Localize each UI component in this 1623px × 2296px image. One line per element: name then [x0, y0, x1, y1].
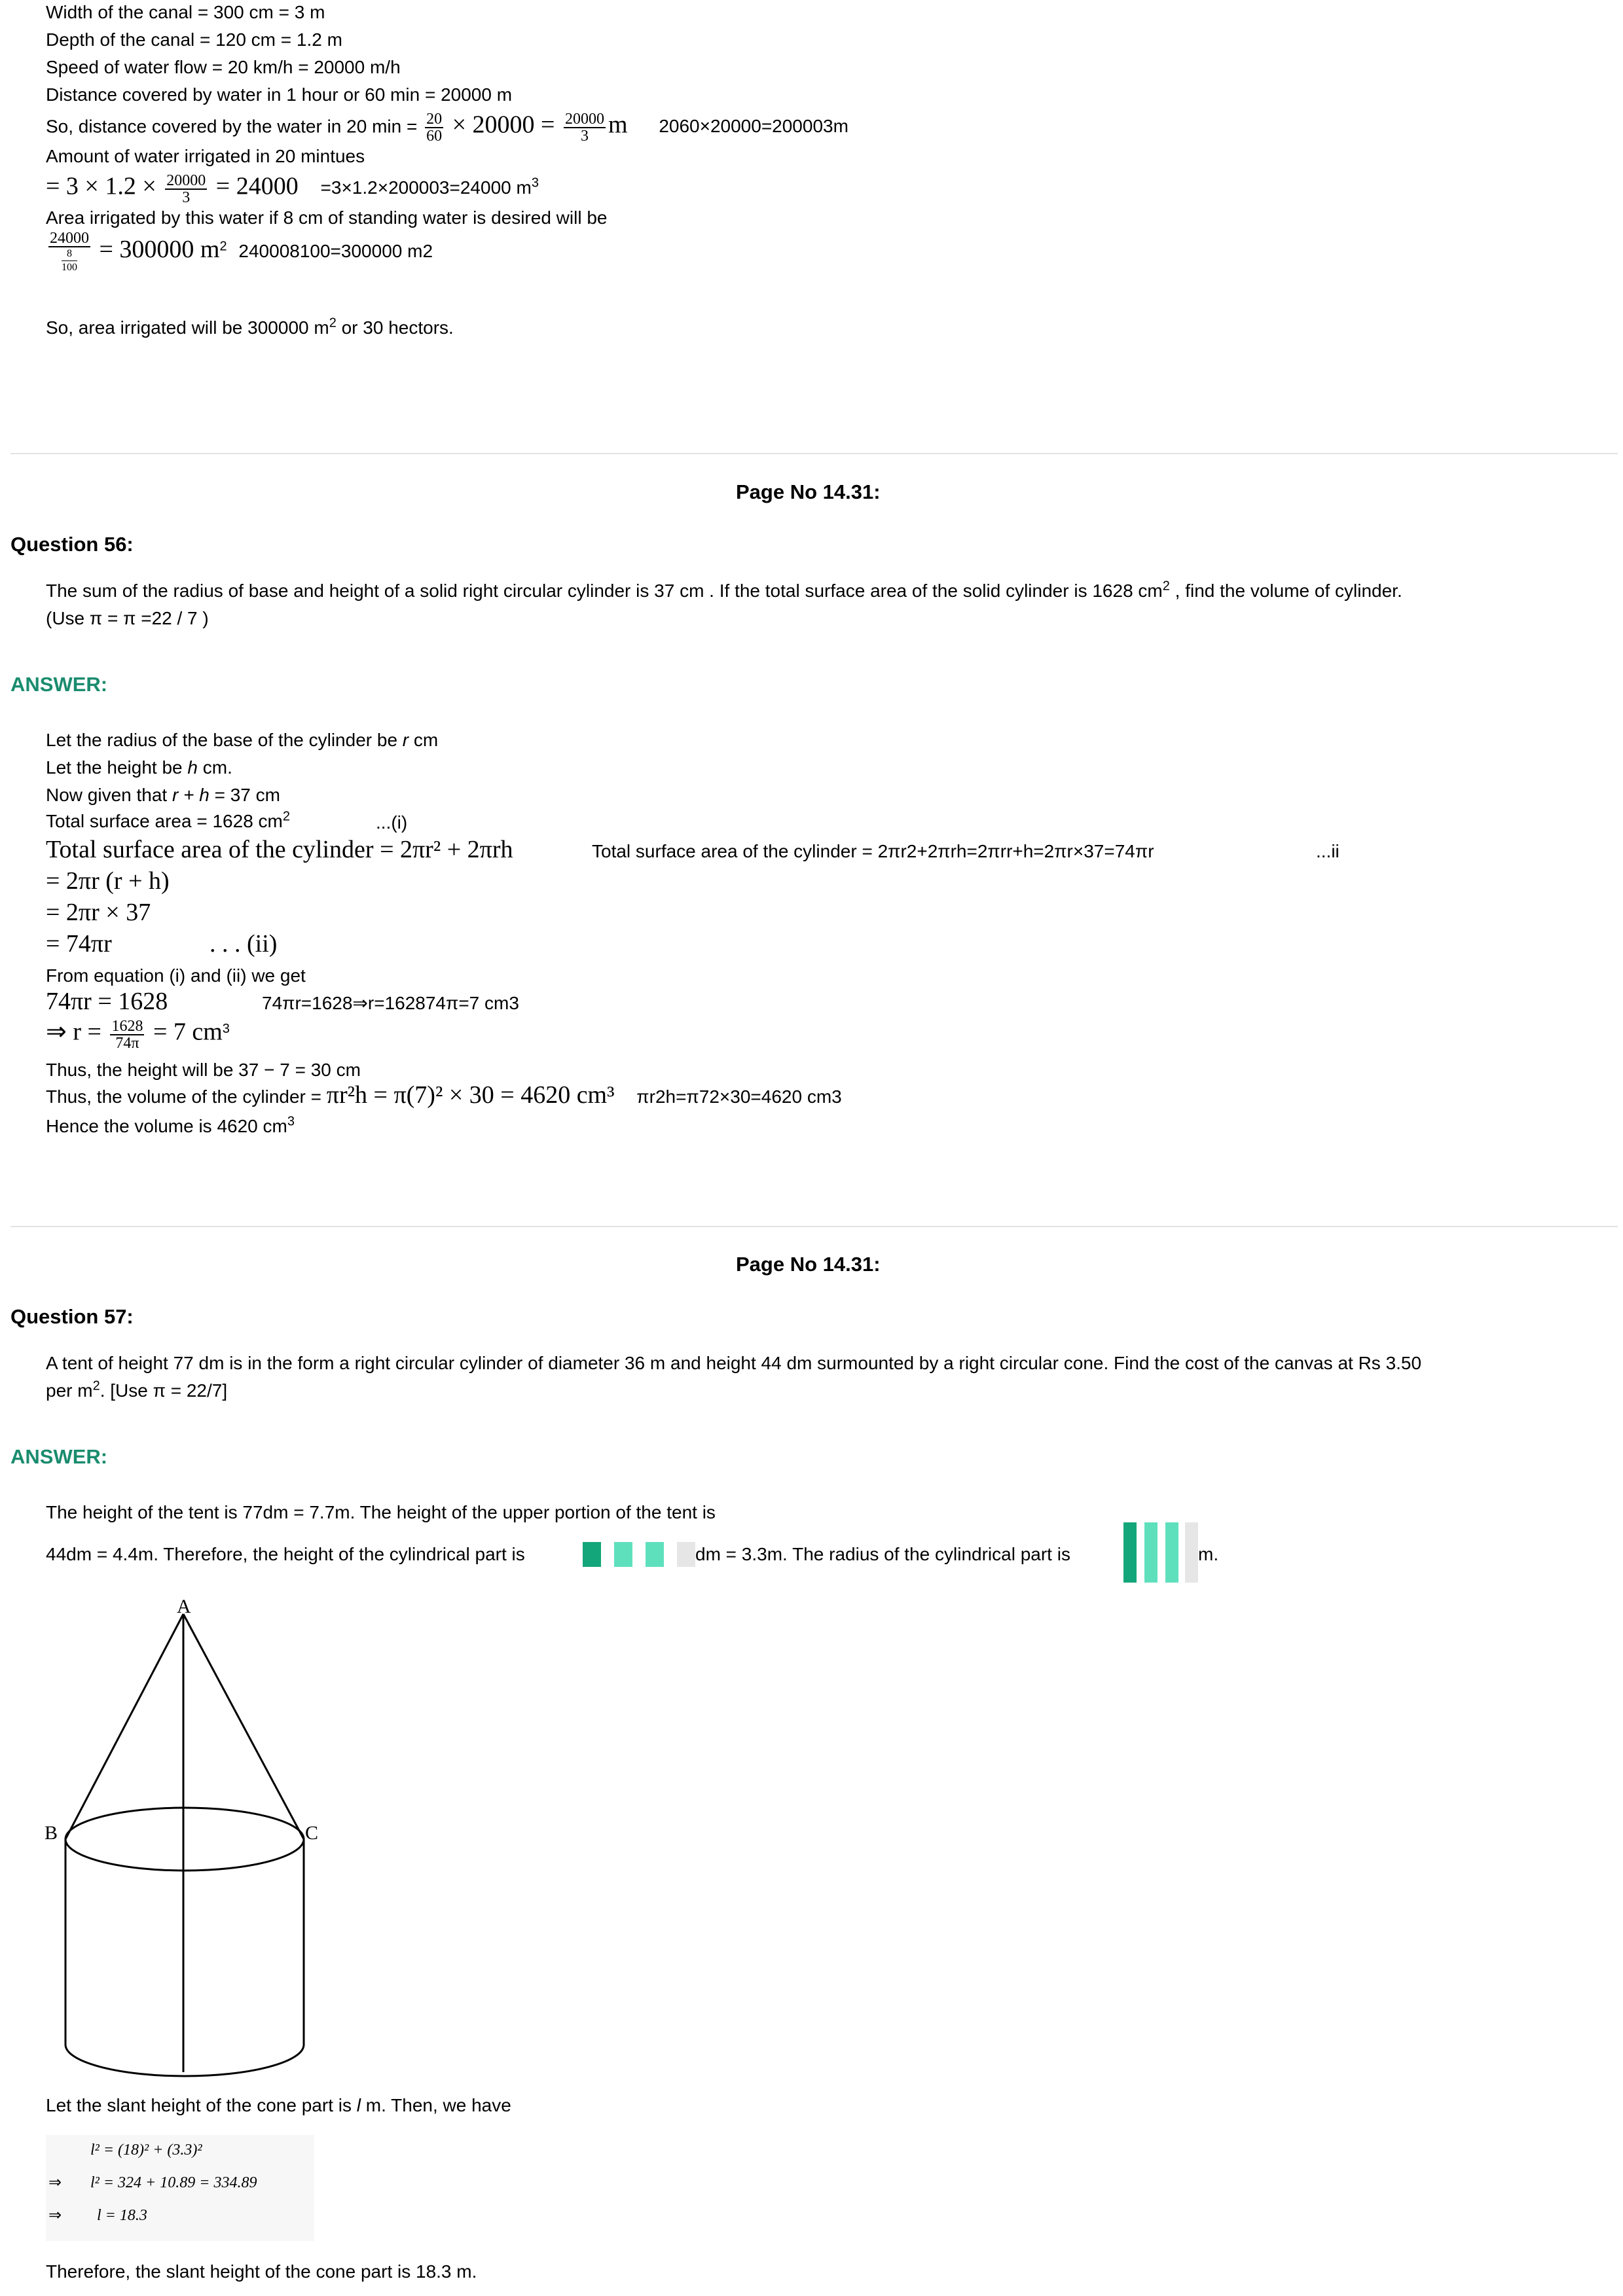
image-fragment — [583, 1542, 601, 1567]
math: = 2πr × 37 — [46, 899, 151, 926]
text-line: Hence the volume is 4620 cm3 — [46, 1114, 295, 1136]
fraction: 20 60 — [425, 111, 444, 145]
math: Total surface area of the cylinder = 2πr… — [46, 836, 513, 863]
equation-tag: ...ii — [1316, 841, 1340, 861]
equation-block: l² = (18)² + (3.3)² ⇒ l² = 324 + 10.89 =… — [46, 2135, 314, 2241]
implies-symbol: ⇒ — [48, 2174, 62, 2191]
text-line: From equation (i) and (ii) we get — [46, 965, 306, 986]
cylinder-bottom-arc — [64, 2044, 305, 2077]
cylinder-top-ellipse — [64, 1806, 305, 1872]
divider — [10, 1226, 1618, 1227]
fraction: 20000 3 — [563, 111, 606, 145]
cone-edge-left — [64, 1613, 185, 1840]
question-heading: Question 57: — [10, 1305, 134, 1328]
math: l² = (18)² + (3.3)² — [90, 2142, 202, 2159]
tent-diagram: A B C — [45, 1597, 318, 2077]
alt-text: 240008100=300000 m2 — [238, 240, 433, 261]
math: = 24000 — [210, 172, 299, 200]
math: × 20000 = — [446, 111, 561, 139]
divider — [10, 453, 1618, 454]
text-line: Let the slant height of the cone part is… — [46, 2095, 511, 2115]
alt-text: πr2h=π72×30=4620 cm3 — [636, 1086, 842, 1107]
image-fragment — [1144, 1522, 1158, 1583]
question-text: per m2. [Use π = 22/7] — [46, 1378, 228, 1401]
text-line: Depth of the canal = 120 cm = 1.2 m — [46, 29, 342, 50]
page-number: Page No 14.31: — [736, 1253, 881, 1276]
answer-label: ANSWER: — [10, 1445, 108, 1468]
text-line: Distance covered by water in 1 hour or 6… — [46, 84, 513, 105]
alt-text: Total surface area of the cylinder = 2πr… — [592, 841, 1154, 861]
alt-text: 74πr=1628⇒r=162874π=7 cm3 — [262, 993, 519, 1013]
vertex-label-b: B — [45, 1822, 58, 1844]
amount-line: = 3 × 1.2 × 20000 3 = 24000 =3×1.2×200003… — [46, 173, 539, 206]
fraction: 20000 3 — [165, 172, 208, 206]
math: πr²h = π(7)² × 30 = 4620 cm³ — [326, 1081, 615, 1109]
math: m — [608, 111, 628, 139]
radius-line: ⇒ r = 1628 74π = 7 cm3 — [46, 1018, 230, 1052]
alt-text: 2060×20000=200003m — [659, 116, 848, 137]
image-fragment — [646, 1542, 664, 1567]
text-line: dm = 3.3m. The radius of the cylindrical… — [695, 1544, 1070, 1564]
math: = 2πr (r + h) — [46, 867, 170, 895]
equation-tag: ...(i) — [376, 812, 408, 833]
volume-line: Thus, the volume of the cylinder = πr²h … — [46, 1081, 842, 1109]
question-heading: Question 56: — [10, 533, 134, 556]
compound-fraction: 24000 8 100 — [48, 230, 90, 273]
text-line: Speed of water flow = 20 km/h = 20000 m/… — [46, 57, 401, 77]
text-line: Thus, the height will be 37 − 7 = 30 cm — [46, 1060, 361, 1080]
image-fragment — [614, 1542, 632, 1567]
alt-text: =3×1.2×200003=24000 m3 — [320, 176, 539, 198]
vertex-label-c: C — [305, 1822, 318, 1844]
text-line: So, area irrigated will be 300000 m2 or … — [46, 315, 454, 338]
math: = 300000 m — [93, 235, 220, 263]
question-text: (Use π = π =22 / 7 ) — [46, 608, 209, 628]
text: So, distance covered by the water in 20 … — [46, 116, 423, 137]
math: l² = 324 + 10.89 = 334.89 — [90, 2174, 257, 2191]
text-line: Let the radius of the base of the cylind… — [46, 730, 439, 750]
text-line: Therefore, the slant height of the cone … — [46, 2261, 477, 2282]
question-text: The sum of the radius of base and height… — [46, 579, 1402, 601]
answer-label: ANSWER: — [10, 673, 108, 696]
fraction: 1628 74π — [110, 1018, 145, 1052]
page-number: Page No 14.31: — [736, 480, 881, 503]
area-line: 24000 8 100 = 300000 m2 240008100=300000 … — [48, 230, 433, 273]
vertex-label-a: A — [177, 1597, 191, 1617]
text-line: Total surface area = 1628 cm2 — [46, 809, 290, 831]
text-line: Width of the canal = 300 cm = 3 m — [46, 2, 325, 22]
image-fragment — [1123, 1522, 1137, 1583]
equation-tag: . . . (ii) — [210, 930, 278, 958]
math: = 74πr — [46, 930, 112, 958]
math: l = 18.3 — [97, 2207, 147, 2224]
question-text: A tent of height 77 dm is in the form a … — [46, 1353, 1422, 1373]
text-line: The height of the tent is 77dm = 7.7m. T… — [46, 1502, 716, 1522]
math: = 3 × 1.2 × — [46, 172, 163, 200]
math: 74πr = 1628 — [46, 988, 168, 1015]
image-fragment — [1185, 1522, 1198, 1583]
text-line: 44dm = 4.4m. Therefore, the height of th… — [46, 1544, 525, 1564]
text-line: Amount of water irrigated in 20 mintues — [46, 146, 365, 166]
distance-line: So, distance covered by the water in 20 … — [46, 111, 848, 144]
text-line: Area irrigated by this water if 8 cm of … — [46, 207, 608, 228]
implies-symbol: ⇒ — [48, 2207, 62, 2224]
image-fragment — [677, 1542, 695, 1567]
text-line: Now given that r + h = 37 cm — [46, 785, 280, 805]
text-line: Let the height be h cm. — [46, 757, 232, 778]
cone-edge-right — [182, 1613, 305, 1840]
image-fragment — [1165, 1522, 1178, 1583]
text-line: m. — [1198, 1544, 1219, 1564]
